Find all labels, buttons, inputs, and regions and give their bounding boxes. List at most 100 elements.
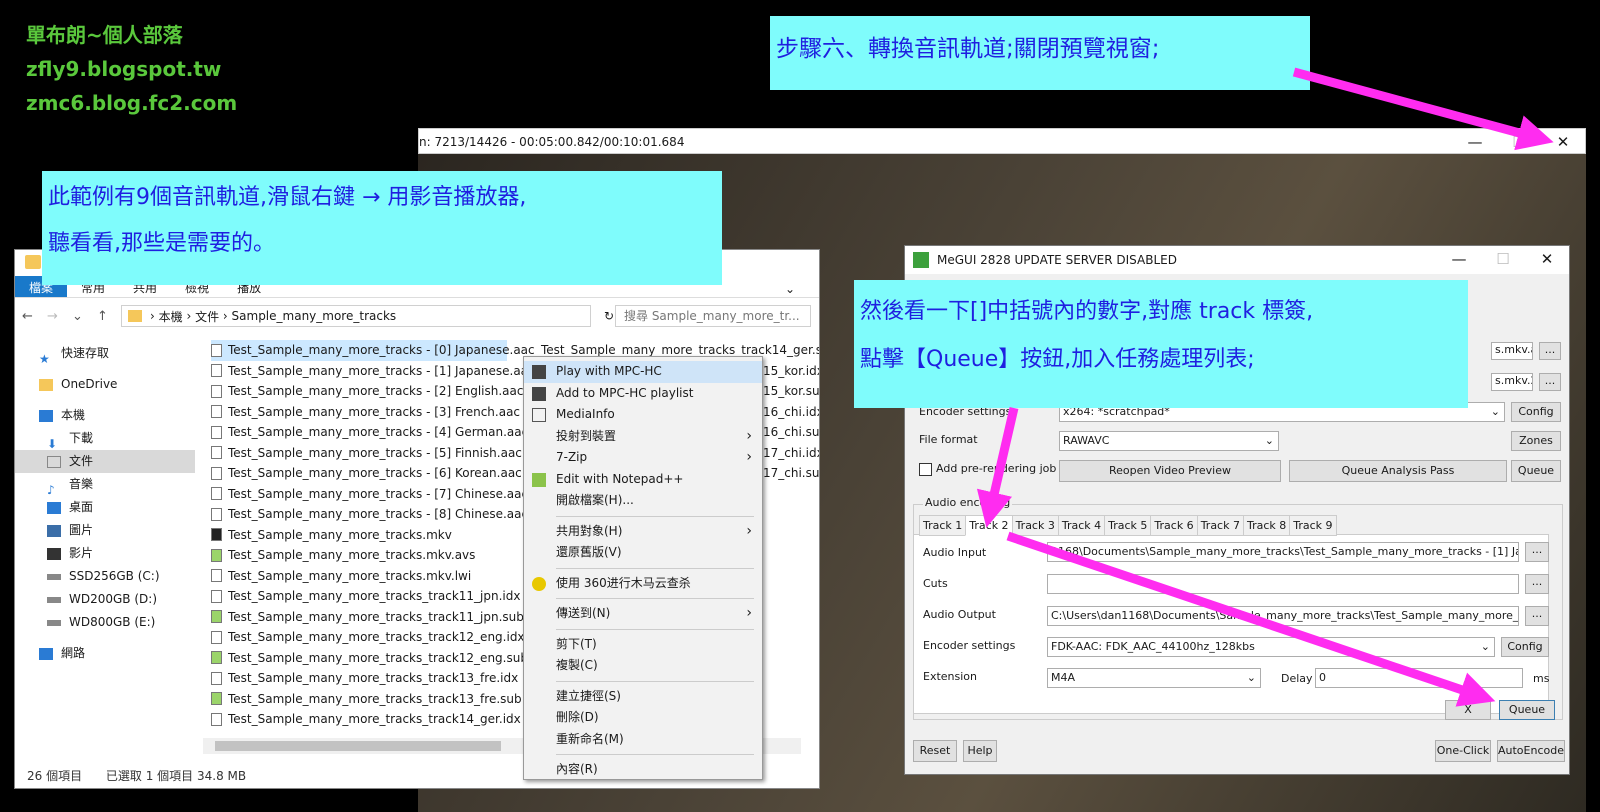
tab-track-4[interactable]: Track 4 [1057, 515, 1106, 536]
video-close-button[interactable]: ✕ [1541, 129, 1585, 155]
sidebar-item-quick-access[interactable]: ★ 快速存取 [15, 342, 195, 366]
file-format-select[interactable]: RAWAVC ⌄ [1059, 431, 1279, 451]
callout-example: 此範例有9個音訊軌道,滑鼠右鍵 → 用影音播放器, 聽看看,那些是需要的。 [42, 171, 722, 285]
menu-item-360-scan[interactable]: 使用 360进行木马云查杀 [524, 573, 762, 595]
extension-select[interactable]: M4A ⌄ [1047, 668, 1261, 688]
sidebar-item-videos[interactable]: 影片 [15, 542, 195, 565]
scrollbar-thumb[interactable] [215, 741, 501, 751]
menu-item-rename[interactable]: 重新命名(M) [524, 729, 762, 751]
chevron-right-icon: › [746, 449, 752, 465]
tab-track-9[interactable]: Track 9 [1289, 515, 1337, 536]
sidebar-item-desktop[interactable]: 桌面 [15, 496, 195, 519]
sidebar-item-music[interactable]: ♪ 音樂 [15, 473, 195, 497]
tab-track-7[interactable]: Track 7 [1196, 515, 1244, 536]
audio-file-icon [211, 364, 222, 378]
video-output-field[interactable]: s.mkv.2 [1491, 373, 1533, 391]
ribbon-expand-icon[interactable]: ⌄ [771, 279, 809, 299]
cuts-field[interactable] [1047, 574, 1519, 594]
desktop-icon [47, 501, 61, 514]
menu-item-notepadpp[interactable]: Edit with Notepad++ [524, 469, 762, 491]
audio-config-button[interactable]: Config [1501, 637, 1549, 657]
back-arrow-icon[interactable]: ← [22, 309, 33, 324]
audio-input-field[interactable]: 1168\Documents\Sample_many_more_tracks\T… [1047, 542, 1519, 562]
reopen-video-preview-button[interactable]: Reopen Video Preview [1059, 460, 1281, 482]
tab-track-6[interactable]: Track 6 [1150, 515, 1198, 536]
audio-input-browse-button[interactable]: ... [1525, 542, 1549, 562]
file-row[interactable]: Test_Sample_many_more_tracks - [0] Japan… [211, 340, 535, 361]
video-output-browse-button[interactable]: ... [1539, 373, 1561, 391]
tab-track-1[interactable]: Track 1 [919, 515, 967, 536]
video-input-field[interactable]: s.mkv.a [1491, 342, 1533, 360]
menu-item-share[interactable]: 共用對象(H) › [524, 521, 762, 543]
audio-queue-button[interactable]: Queue [1499, 700, 1555, 720]
sidebar-item-drive-e[interactable]: WD800GB (E:) [15, 611, 195, 634]
video-config-button[interactable]: Config [1511, 402, 1561, 422]
sidebar-item-this-pc[interactable]: 本機 [15, 404, 195, 427]
sidebar-item-drive-c[interactable]: SSD256GB (C:) [15, 565, 195, 588]
breadcrumb-this-pc[interactable]: 本機 [159, 308, 183, 325]
breadcrumb-documents[interactable]: 文件 [195, 308, 219, 325]
audio-output-browse-button[interactable]: ... [1525, 606, 1549, 626]
sidebar-item-onedrive[interactable]: OneDrive [15, 373, 195, 396]
menu-item-restore[interactable]: 還原舊版(V) [524, 542, 762, 564]
menu-item-7zip[interactable]: 7-Zip › [524, 447, 762, 469]
menu-item-add-playlist[interactable]: Add to MPC-HC playlist [524, 383, 762, 405]
sidebar-item-network[interactable]: 網路 [15, 642, 195, 665]
audio-output-field[interactable]: C:\Users\dan1168\Documents\Sample_many_m… [1047, 606, 1519, 626]
menu-item-open-file[interactable]: 開啟檔案(H)... [524, 490, 762, 512]
breadcrumb-folder[interactable]: Sample_many_more_tracks [232, 309, 397, 323]
menu-item-shortcut[interactable]: 建立捷徑(S) [524, 686, 762, 708]
menu-item-delete[interactable]: 刪除(D) [524, 707, 762, 729]
sidebar-item-documents[interactable]: 文件 [15, 450, 195, 473]
file-row-col2[interactable]: 17_chi.su [763, 463, 819, 484]
sidebar-item-drive-d[interactable]: WD200GB (D:) [15, 588, 195, 611]
menu-item-mediainfo[interactable]: MediaInfo [524, 404, 762, 426]
auto-encode-button[interactable]: AutoEncode [1497, 740, 1565, 762]
zones-button[interactable]: Zones [1511, 431, 1561, 451]
file-row-col2[interactable]: 15_kor.su [763, 381, 819, 402]
add-prerender-checkbox[interactable]: Add pre-rendering job [919, 462, 1056, 476]
refresh-icon[interactable]: ↻ [604, 309, 614, 323]
tab-track-2[interactable]: Track 2 [965, 515, 1013, 536]
file-row-col2[interactable]: 16_chi.idx [763, 402, 819, 423]
video-queue-button[interactable]: Queue [1511, 460, 1561, 482]
address-box[interactable]: › 本機 › 文件 › Sample_many_more_tracks ↻ [121, 305, 614, 327]
sidebar-item-downloads[interactable]: ⬇ 下載 [15, 427, 195, 451]
audio-encoder-select[interactable]: FDK-AAC: FDK_AAC_44100hz_128kbs ⌄ [1047, 637, 1495, 657]
file-row-col2[interactable]: 17_chi.idx [763, 443, 819, 464]
audio-remove-button[interactable]: X [1445, 700, 1491, 720]
one-click-button[interactable]: One-Click [1435, 740, 1491, 762]
audio-file-icon [211, 446, 222, 460]
search-input[interactable]: 搜尋 Sample_many_more_tr... [615, 305, 811, 327]
file-row-col2[interactable]: 15_kor.idx [763, 361, 819, 382]
audio-file-icon [211, 507, 222, 521]
menu-item-cast[interactable]: 投射到裝置 › [524, 426, 762, 448]
video-maximize-button[interactable]: ☐ [1497, 129, 1541, 155]
menu-item-cut[interactable]: 剪下(T) [524, 634, 762, 656]
audio-output-label: Audio Output [923, 608, 996, 621]
menu-item-send-to[interactable]: 傳送到(N) › [524, 603, 762, 625]
menu-item-copy[interactable]: 複製(C) [524, 655, 762, 677]
video-input-browse-button[interactable]: ... [1539, 342, 1561, 360]
sidebar-item-pictures[interactable]: 圖片 [15, 519, 195, 542]
reset-button[interactable]: Reset [913, 740, 957, 762]
chevron-down-icon[interactable]: ⌄ [72, 309, 83, 324]
tab-track-3[interactable]: Track 3 [1011, 515, 1059, 536]
video-minimize-button[interactable]: — [1453, 129, 1497, 155]
forward-arrow-icon[interactable]: → [47, 309, 58, 324]
delay-input[interactable]: 0 [1315, 668, 1523, 688]
help-button[interactable]: Help [963, 740, 997, 762]
up-arrow-icon[interactable]: ↑ [97, 309, 108, 324]
tab-track-8[interactable]: Track 8 [1242, 515, 1291, 536]
callout-queue-line2: 點擊【Queue】按鈕,加入任務處理列表; [860, 347, 1255, 372]
megui-minimize-button[interactable]: — [1437, 246, 1481, 272]
file-format-label: File format [919, 433, 978, 446]
queue-analysis-pass-button[interactable]: Queue Analysis Pass [1289, 460, 1507, 482]
megui-maximize-button[interactable]: ☐ [1481, 246, 1525, 272]
megui-close-button[interactable]: ✕ [1525, 246, 1569, 272]
tab-track-5[interactable]: Track 5 [1104, 515, 1152, 536]
menu-item-properties[interactable]: 內容(R) [524, 759, 762, 781]
menu-item-play-mpc[interactable]: Play with MPC-HC [524, 361, 762, 383]
file-row-col2[interactable]: 16_chi.su [763, 422, 819, 443]
cuts-browse-button[interactable]: ... [1525, 574, 1549, 594]
